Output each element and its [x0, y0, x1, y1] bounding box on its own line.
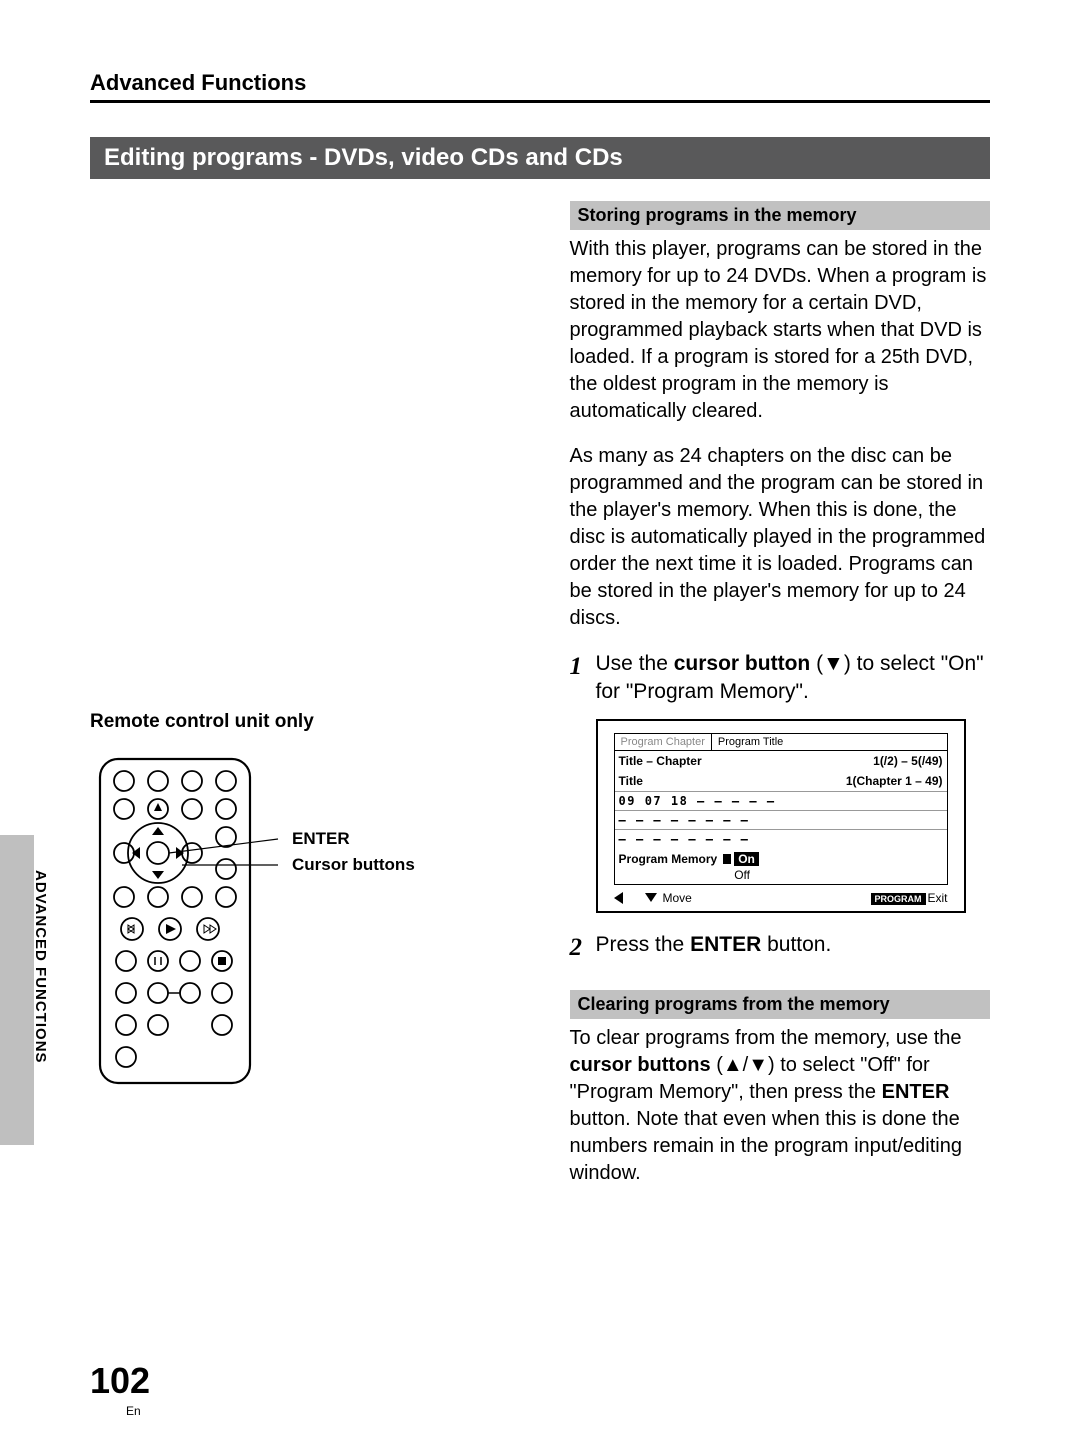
step-2-number: 2 — [570, 931, 596, 965]
step-1-number: 1 — [570, 650, 596, 707]
cursor-marker-icon — [723, 854, 731, 864]
remote-diagram — [90, 757, 280, 1092]
para-clearing: To clear programs from the memory, use t… — [570, 1025, 990, 1187]
para-storing-2: As many as 24 chapters on the disc can b… — [570, 443, 990, 632]
osd-grid-row-1: 09 07 18 — — — — — — [615, 791, 947, 810]
osd-move-label: Move — [663, 891, 692, 905]
step-2-text-b: ENTER — [690, 933, 761, 956]
osd-title-value: 1(Chapter 1 – 49) — [846, 774, 943, 788]
step-2-text-c: button. — [761, 933, 831, 956]
osd-option-on: On — [734, 852, 759, 866]
osd-tab-title: Program Title — [712, 734, 789, 750]
osd-option-off: Off — [734, 868, 750, 882]
step-1-text-b: cursor button — [674, 652, 811, 675]
osd-program-memory-label: Program Memory — [619, 852, 718, 866]
step-1-text-a: Use the — [596, 652, 674, 675]
page-language: En — [126, 1404, 141, 1418]
osd-program-button-label: PROGRAM — [871, 893, 926, 905]
osd-title-chapter-value: 1(/2) – 5(/49) — [873, 754, 942, 768]
osd-title-label: Title — [619, 774, 643, 788]
step-2: 2 Press the ENTER button. — [570, 931, 990, 965]
osd-tab-chapter: Program Chapter — [615, 734, 712, 750]
section-header: Advanced Functions — [90, 70, 990, 100]
step-2-text-a: Press the — [596, 933, 691, 956]
osd-title-chapter-label: Title – Chapter — [619, 754, 702, 768]
para-storing-1: With this player, programs can be stored… — [570, 236, 990, 425]
callout-enter: ENTER — [292, 827, 415, 851]
osd-tabs: Program Chapter Program Title — [614, 733, 948, 751]
title-bar: Editing programs - DVDs, video CDs and C… — [90, 137, 990, 179]
subheading-clearing: Clearing programs from the memory — [570, 990, 990, 1019]
triangle-down-icon — [645, 893, 657, 902]
osd-exit-label: Exit — [928, 891, 948, 905]
header-rule — [90, 100, 990, 103]
remote-only-label: Remote control unit only — [90, 711, 546, 733]
subheading-storing: Storing programs in the memory — [570, 201, 990, 230]
page-number: 102 — [90, 1360, 150, 1402]
step-1: 1 Use the cursor button (▼) to select "O… — [570, 650, 990, 707]
callout-cursor-buttons: Cursor buttons — [292, 853, 415, 877]
triangle-left-icon — [614, 892, 623, 904]
osd-grid-row-2: — — — — — — — — — [615, 810, 947, 829]
osd-grid-row-3: — — — — — — — — — [615, 829, 947, 848]
osd-screen: Program Chapter Program Title Title – Ch… — [596, 719, 966, 913]
